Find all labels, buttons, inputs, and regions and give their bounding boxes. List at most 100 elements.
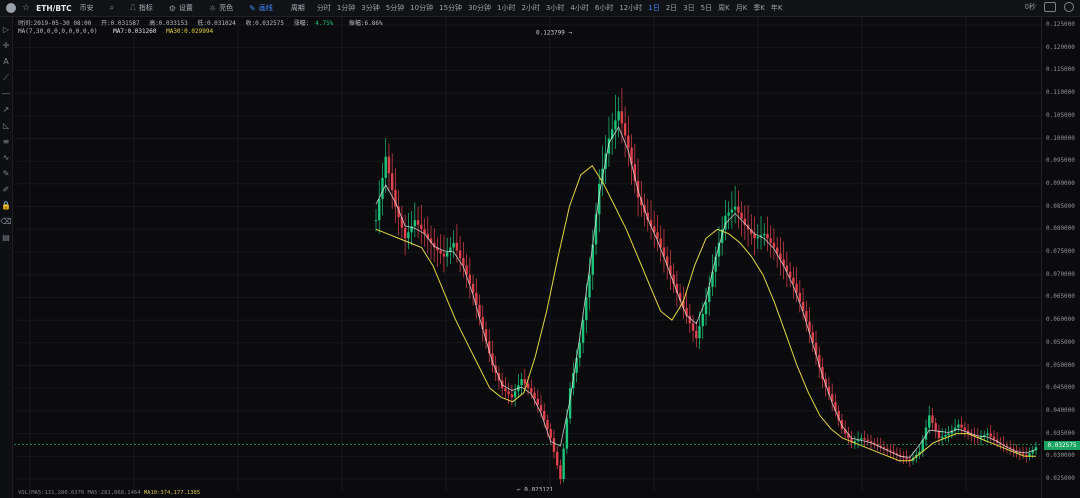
candle-body	[543, 410, 546, 420]
clipboard-icon[interactable]: ▤	[2, 233, 10, 243]
trash-icon[interactable]: ⌫	[0, 217, 11, 227]
candle-body	[963, 427, 967, 431]
period-tab[interactable]: 15分钟	[439, 3, 462, 13]
exchange-label: 币安	[79, 4, 94, 12]
period-tab[interactable]: 1日	[648, 3, 659, 13]
period-tab[interactable]: 12小时	[619, 3, 642, 13]
triangle-tool-icon[interactable]: ◺	[3, 121, 9, 131]
wave-tool-icon[interactable]: ∿	[3, 153, 10, 163]
candle-body	[979, 436, 983, 439]
candle-body	[1021, 453, 1025, 455]
candle-body	[957, 424, 960, 428]
candle-body	[727, 212, 730, 216]
period-tab[interactable]: 1分钟	[337, 3, 355, 13]
candle-body	[620, 111, 624, 124]
candle-body	[733, 206, 737, 210]
candle-body	[730, 209, 734, 213]
candle-body	[704, 301, 708, 315]
high-price-label: 0.123799 →	[536, 29, 573, 36]
vol-text: VOL(MA5:131,280.6370	[18, 490, 85, 496]
candle-body	[562, 448, 565, 479]
period-tab[interactable]: 2日	[666, 3, 677, 13]
y-tick-label: 0.105000	[1046, 111, 1075, 119]
period-tab[interactable]: 2小时	[521, 3, 539, 13]
lock-icon[interactable]: 🔒	[1, 201, 11, 211]
candle-body	[539, 404, 543, 411]
price-axis[interactable]: 0.125000 0.120000 0.115000 0.110000 0.105000…	[1041, 17, 1080, 498]
period-tab[interactable]: 5分钟	[386, 3, 404, 13]
pencil-icon: ✎	[249, 3, 256, 13]
hline-tool-icon[interactable]: ―	[2, 89, 10, 99]
ma30-value: MA30:0.029994	[166, 28, 214, 35]
y-tick-label: 0.050000	[1046, 361, 1075, 369]
y-tick-label: 0.025000	[1046, 475, 1075, 482]
indicators-button[interactable]: ⎍ 指标	[130, 3, 153, 13]
candle-body	[523, 379, 527, 384]
candle-body	[698, 326, 701, 339]
candle-body	[617, 111, 620, 121]
candle-body	[384, 156, 387, 178]
info-time: 时间:2019-05-30 08:00	[18, 20, 92, 27]
period-tab[interactable]: 月K	[736, 3, 748, 13]
draw-label: 画线	[258, 4, 273, 12]
camera-icon[interactable]	[1044, 2, 1056, 12]
period-tab[interactable]: 分时	[317, 3, 331, 13]
y-tick-label: 0.125000	[1046, 21, 1075, 28]
period-tab[interactable]: 3小时	[546, 3, 564, 13]
period-tab[interactable]: 4小时	[570, 3, 588, 13]
fib-tool-icon[interactable]: ≡	[3, 137, 10, 147]
period-tab[interactable]: 3分钟	[361, 3, 379, 13]
sun-icon: ☼	[208, 3, 217, 13]
settings-icon[interactable]	[1064, 2, 1074, 12]
y-tick-label: 0.100000	[1046, 134, 1075, 142]
candle-body	[588, 274, 591, 298]
volume-legend: VOL(MA5:131,280.6370 MA5:281,868.1464 MA…	[18, 490, 200, 496]
y-tick-label: 0.030000	[1046, 452, 1075, 460]
candle-body	[455, 242, 459, 251]
period-tab[interactable]: 季K	[753, 3, 765, 13]
candle-body	[555, 451, 559, 466]
period-tab[interactable]: 6小时	[595, 3, 613, 13]
symbol-label[interactable]: ETH/BTC	[36, 4, 72, 13]
cursor-icon[interactable]: ▷	[3, 25, 9, 35]
search-button[interactable]: ⌕	[110, 3, 114, 13]
period-tab[interactable]: 30分钟	[468, 3, 491, 13]
favorite-star-icon[interactable]: ☆	[22, 3, 30, 13]
pen-tool-icon[interactable]: ✐	[3, 185, 10, 195]
settings-button[interactable]: ⚙ 设置	[169, 3, 193, 13]
candle-body	[536, 398, 539, 405]
avatar[interactable]	[6, 3, 16, 13]
info-open: 开:0.031587	[101, 20, 140, 27]
price-chart[interactable]: 0.123799 → ← 0.023121	[14, 17, 1042, 491]
y-tick-label: 0.095000	[1046, 157, 1075, 165]
candle-body	[766, 233, 769, 239]
draw-button[interactable]: ✎ 画线	[249, 3, 273, 13]
line-tool-icon[interactable]: ⟋	[3, 73, 9, 83]
candle-body	[769, 238, 772, 243]
period-tab[interactable]: 10分钟	[410, 3, 433, 13]
period-tab[interactable]: 1小时	[497, 3, 515, 13]
text-tool-icon[interactable]: A	[3, 57, 8, 67]
indicators-label: 指标	[138, 4, 153, 12]
candle-body	[691, 323, 695, 331]
candle-body	[549, 429, 552, 439]
candle-body	[546, 419, 549, 430]
candle-body	[416, 220, 420, 225]
candle-body	[374, 220, 378, 222]
theme-button[interactable]: ☼ 亮色	[209, 3, 233, 13]
period-tab[interactable]: 年K	[771, 3, 783, 13]
y-tick-label: 0.035000	[1046, 429, 1075, 437]
ray-tool-icon[interactable]: ↗	[3, 105, 10, 115]
candle-body	[695, 330, 698, 339]
candle-body	[740, 212, 743, 219]
ma-legend: MA(7,30,0,0,0,0,0,0,0) MA7:0.031260 MA30…	[18, 28, 213, 35]
crosshair-icon[interactable]: ✛	[3, 41, 10, 51]
period-tab[interactable]: 周K	[718, 3, 730, 13]
period-tab[interactable]: 3日	[683, 3, 694, 13]
brush-tool-icon[interactable]: ✎	[3, 169, 10, 179]
ma-params[interactable]: MA(7,30,0,0,0,0,0,0,0)	[18, 28, 97, 35]
period-tab[interactable]: 5日	[701, 3, 712, 13]
low-price-label: ← 0.023121	[517, 487, 554, 491]
candle-body	[526, 383, 530, 389]
candle-body	[934, 423, 937, 431]
